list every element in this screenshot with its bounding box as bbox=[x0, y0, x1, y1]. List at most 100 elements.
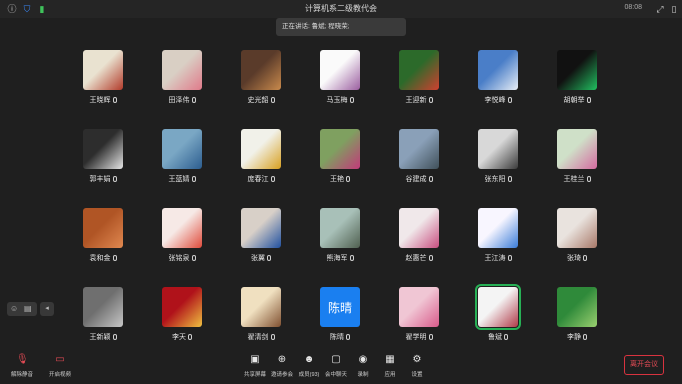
participant-name: 庞春江 bbox=[221, 174, 301, 184]
participant-name-text: 谷建成 bbox=[405, 176, 427, 183]
share-screen-button[interactable]: ▣ 共享屏幕 bbox=[240, 354, 270, 382]
participant-name: 李悦峰 bbox=[458, 95, 538, 105]
share-screen-icon: ▣ bbox=[250, 354, 260, 365]
muted-mic-icon: 🎙 bbox=[16, 354, 29, 365]
participant-tile[interactable]: 王迎新 bbox=[379, 46, 459, 116]
avatar bbox=[83, 50, 123, 90]
mic-icon bbox=[583, 255, 587, 261]
participant-name: 翟学明 bbox=[379, 332, 459, 342]
participant-name: 张翼 bbox=[221, 253, 301, 263]
meeting-time: 08:08 bbox=[624, 4, 642, 11]
participant-tile[interactable]: 庞春江 bbox=[221, 125, 301, 195]
participant-name-text: 李静 bbox=[567, 334, 581, 341]
participant-tile[interactable]: 王桂兰 bbox=[537, 125, 617, 195]
participant-name-text: 王新颖 bbox=[89, 334, 111, 341]
participant-tile[interactable]: 翟清剑 bbox=[221, 283, 301, 353]
toolbar-label: 会中聊天 bbox=[324, 372, 347, 378]
record-button[interactable]: ◉ 录制 bbox=[348, 354, 378, 382]
participant-tile[interactable]: 翟学明 bbox=[379, 283, 459, 353]
settings-icon: ⚙ bbox=[412, 354, 422, 365]
fullscreen-icon[interactable]: ⤢ bbox=[654, 3, 666, 15]
invite-button[interactable]: ⊕ 邀请参会 bbox=[267, 354, 297, 382]
participant-tile[interactable]: 史光韶 bbox=[221, 46, 301, 116]
participant-name: 张琦 bbox=[537, 253, 617, 263]
toolbar-label: 解除静音 bbox=[10, 372, 33, 378]
participant-tile[interactable]: 张东阳 bbox=[458, 125, 538, 195]
avatar bbox=[557, 129, 597, 169]
participant-tile[interactable]: 郭丰娟 bbox=[63, 125, 143, 195]
settings-button[interactable]: ⚙ 设置 bbox=[402, 354, 432, 382]
participant-tile[interactable]: 李悦峰 bbox=[458, 46, 538, 116]
participant-tile[interactable]: 王蓝婧 bbox=[142, 125, 222, 195]
participant-name: 陈晴 bbox=[300, 332, 380, 342]
participant-tile[interactable]: 王新颖 bbox=[63, 283, 143, 353]
participant-tile[interactable]: 李天 bbox=[142, 283, 222, 353]
apps-icon: ▦ bbox=[385, 354, 395, 365]
meeting-title: 计算机系二级教代会 bbox=[305, 4, 377, 13]
mic-icon bbox=[267, 255, 271, 261]
participant-tile[interactable]: 谷建成 bbox=[379, 125, 459, 195]
toolbar-label: 设置 bbox=[411, 372, 423, 378]
participant-name: 李天 bbox=[142, 332, 222, 342]
participant-name-text: 胡朝举 bbox=[563, 97, 585, 104]
collapse-arrow-icon[interactable]: ◂ bbox=[40, 302, 54, 316]
mic-icon bbox=[270, 176, 275, 182]
leave-meeting-button[interactable]: 离开会议 bbox=[624, 355, 664, 375]
participant-name-text: 庞春江 bbox=[247, 176, 269, 183]
mic-icon bbox=[507, 255, 512, 261]
mic-icon bbox=[346, 176, 350, 182]
avatar bbox=[320, 208, 360, 248]
participant-tile[interactable]: 王晓辉 bbox=[63, 46, 143, 116]
participant-name: 马玉梅 bbox=[300, 95, 380, 105]
participant-name-text: 王迎新 bbox=[405, 97, 427, 104]
participant-tile[interactable]: 张琦 bbox=[537, 204, 617, 274]
avatar bbox=[241, 287, 281, 327]
mic-icon bbox=[428, 255, 433, 261]
mic-icon bbox=[428, 176, 433, 182]
participant-tile[interactable]: 王江涛 bbox=[458, 204, 538, 274]
chat-bubble-icon[interactable]: ▤ bbox=[24, 304, 32, 313]
participant-tile[interactable]: 马玉梅 bbox=[300, 46, 380, 116]
participant-tile[interactable]: 田泽伟 bbox=[142, 46, 222, 116]
participant-name: 史光韶 bbox=[221, 95, 301, 105]
emoji-icon[interactable]: ☺ bbox=[10, 304, 18, 313]
participant-name: 袁和金 bbox=[63, 253, 143, 263]
mic-icon bbox=[507, 176, 512, 182]
avatar bbox=[478, 129, 518, 169]
participant-tile[interactable]: 张翼 bbox=[221, 204, 301, 274]
mic-icon bbox=[191, 176, 196, 182]
toolbar-label: 邀请参会 bbox=[270, 372, 293, 378]
chat-toggle[interactable]: ☺ ▤ bbox=[7, 302, 37, 316]
participant-name: 郭丰娟 bbox=[63, 174, 143, 184]
participant-tile[interactable]: 张铭泉 bbox=[142, 204, 222, 274]
apps-button[interactable]: ▦ 应用 bbox=[375, 354, 405, 382]
members-button[interactable]: ☻ 成员(93) bbox=[294, 354, 324, 382]
participant-name-text: 鲁斌 bbox=[488, 334, 502, 341]
participant-name-text: 李天 bbox=[172, 334, 186, 341]
participant-tile[interactable]: 王艳 bbox=[300, 125, 380, 195]
participant-tile[interactable]: 熊海军 bbox=[300, 204, 380, 274]
participant-name: 张铭泉 bbox=[142, 253, 222, 263]
avatar bbox=[399, 50, 439, 90]
mic-icon bbox=[349, 97, 354, 103]
participant-tile[interactable]: 袁和金 bbox=[63, 204, 143, 274]
members-icon: ☻ bbox=[303, 354, 315, 365]
participant-name-text: 翟清剑 bbox=[247, 334, 269, 341]
participant-name-text: 王桂兰 bbox=[563, 176, 585, 183]
video-off-button[interactable]: ▭ 开启视频 bbox=[45, 354, 75, 382]
mic-icon bbox=[188, 334, 192, 340]
participant-tile[interactable]: 胡朝举 bbox=[537, 46, 617, 116]
layout-icon[interactable]: ▯ bbox=[668, 3, 680, 15]
participant-tile[interactable]: 李静 bbox=[537, 283, 617, 353]
avatar bbox=[162, 129, 202, 169]
mic-icon bbox=[112, 176, 117, 182]
participant-tile[interactable]: 赵惠芒 bbox=[379, 204, 459, 274]
muted-mic-button[interactable]: 🎙 解除静音 bbox=[7, 354, 37, 382]
chat-button[interactable]: ▢ 会中聊天 bbox=[321, 354, 351, 382]
mic-icon bbox=[428, 97, 433, 103]
participant-name-text: 张铭泉 bbox=[168, 255, 190, 262]
toolbar-label: 开启视频 bbox=[48, 372, 71, 378]
participant-tile[interactable]: 陈晴 陈晴 bbox=[300, 283, 380, 353]
participant-name-text: 王江涛 bbox=[484, 255, 506, 262]
participant-tile[interactable]: 鲁斌 bbox=[458, 283, 538, 353]
